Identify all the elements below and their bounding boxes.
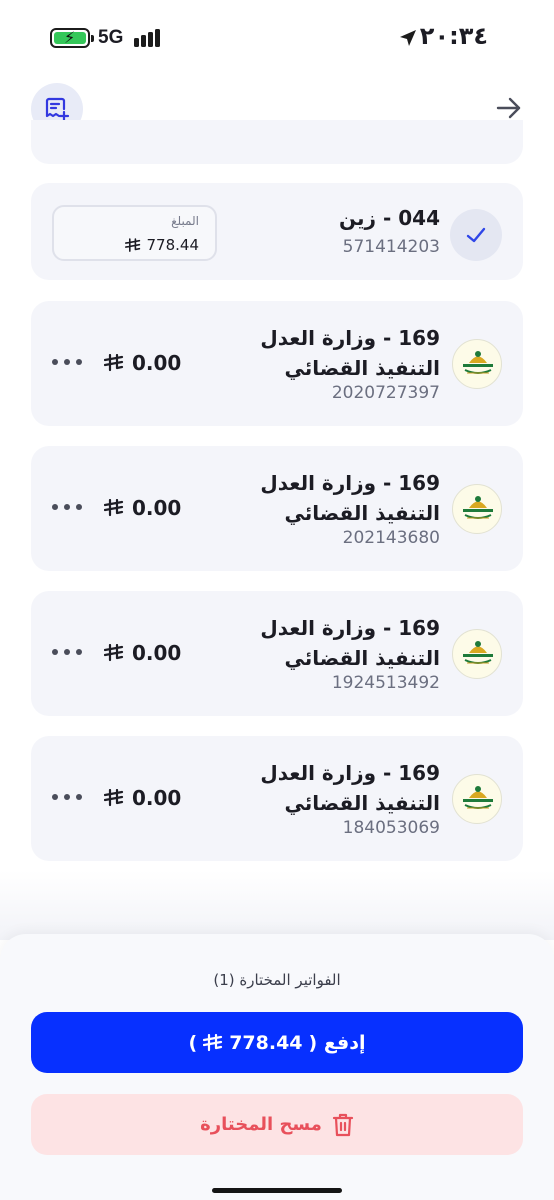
pay-button[interactable]: إدفع ( 778.44 ): [31, 1012, 523, 1073]
bill-number: 202143680: [342, 528, 440, 548]
bill-number: 2020727397: [331, 383, 440, 403]
pay-amount: 778.44: [229, 1031, 303, 1054]
riyal-icon: [104, 499, 124, 517]
more-options-icon[interactable]: [52, 794, 84, 802]
bill-title: 169 - وزارة العدل التنفيذ القضائي: [260, 471, 440, 525]
bill-checkbox[interactable]: [450, 209, 502, 261]
bill-title: 169 - وزارة العدل التنفيذ القضائي: [260, 326, 440, 380]
scroll-fade: [0, 870, 554, 940]
bill-amount: 0.00: [132, 786, 182, 810]
status-bar: ⚡ 5G ٢٠:٣٤: [0, 0, 554, 70]
clock: ٢٠:٣٤: [419, 22, 488, 50]
amount-value: 778.44: [146, 236, 200, 254]
bill-number: 571414203: [342, 237, 440, 257]
bill-title: 169 - وزارة العدل التنفيذ القضائي: [260, 616, 440, 670]
bill-number: 184053069: [342, 818, 440, 838]
home-indicator: [212, 1188, 342, 1193]
riyal-icon: [104, 644, 124, 662]
pay-label-suffix: ): [188, 1031, 198, 1054]
bill-amount: 0.00: [132, 496, 182, 520]
bill-number: 1924513492: [331, 673, 440, 693]
ministry-logo-icon: [452, 774, 502, 824]
add-bill-icon: [45, 97, 70, 122]
bill-amount: 0.00: [132, 351, 182, 375]
list-item-partial: [31, 120, 523, 164]
clear-selected-button[interactable]: مسح المختارة: [31, 1094, 523, 1155]
bottom-sheet: الفواتير المختارة (1) إدفع ( 778.44 ) مس…: [0, 934, 554, 1200]
more-options-icon[interactable]: [52, 504, 84, 512]
ministry-logo-icon: [452, 339, 502, 389]
amount-field[interactable]: المبلغ 778.44: [52, 205, 217, 261]
clear-label: مسح المختارة: [200, 1114, 322, 1135]
selected-bills-count: الفواتير المختارة (1): [213, 971, 341, 989]
checkmark-icon: [466, 227, 486, 243]
amount-label: المبلغ: [171, 214, 199, 228]
ministry-logo-icon: [452, 484, 502, 534]
arrow-right-icon[interactable]: [495, 94, 523, 122]
more-options-icon[interactable]: [52, 359, 84, 367]
pay-label-prefix: إدفع (: [308, 1031, 366, 1054]
bill-card[interactable]: 169 - وزارة العدل التنفيذ القضائي 192451…: [31, 591, 523, 716]
ministry-logo-icon: [452, 629, 502, 679]
riyal-icon: [124, 237, 140, 252]
more-options-icon[interactable]: [52, 649, 84, 657]
bill-card[interactable]: 169 - وزارة العدل التنفيذ القضائي 184053…: [31, 736, 523, 861]
riyal-icon: [104, 354, 124, 372]
bill-amount: 0.00: [132, 641, 182, 665]
bill-card[interactable]: 169 - وزارة العدل التنفيذ القضائي 202143…: [31, 446, 523, 571]
selected-bill-card[interactable]: 044 - زين 571414203 المبلغ 778.44: [31, 183, 523, 280]
bill-title: 169 - وزارة العدل التنفيذ القضائي: [260, 761, 440, 815]
battery-charging-icon: ⚡: [50, 28, 94, 48]
trash-icon: [332, 1113, 353, 1136]
riyal-icon: [203, 1033, 223, 1051]
bill-card[interactable]: 169 - وزارة العدل التنفيذ القضائي 202072…: [31, 301, 523, 426]
location-arrow-icon: [400, 30, 416, 46]
riyal-icon: [104, 789, 124, 807]
bill-title: 044 - زين: [339, 206, 440, 230]
signal-icon: [134, 29, 162, 47]
network-type: 5G: [98, 27, 124, 48]
